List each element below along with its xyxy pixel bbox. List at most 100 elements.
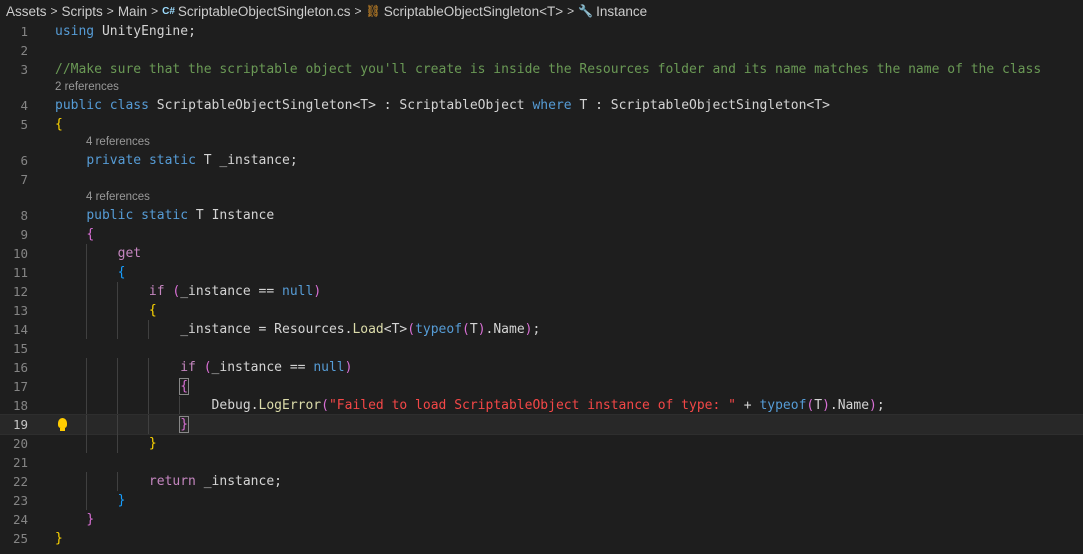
wrench-icon: 🔧	[578, 4, 594, 18]
line-number: 8	[20, 208, 28, 223]
code-text: }	[117, 493, 126, 508]
chevron-right-icon: >	[106, 4, 114, 18]
code-text: using UnityEngine;	[55, 24, 196, 39]
code-line[interactable]: 20 }	[0, 434, 1083, 453]
code-text: if (_instance == null)	[148, 284, 322, 299]
code-text: {	[148, 303, 157, 318]
code-line[interactable]: 17 {	[0, 377, 1083, 396]
line-number: 21	[12, 455, 28, 470]
line-number: 19	[12, 417, 28, 432]
chevron-right-icon: >	[151, 4, 159, 18]
breadcrumb-label: Main	[117, 3, 148, 19]
line-number: 6	[20, 153, 28, 168]
code-line[interactable]: 12 if (_instance == null)	[0, 282, 1083, 301]
line-number: 2	[20, 43, 28, 58]
breadcrumb-label: Instance	[596, 3, 648, 19]
breadcrumb-scripts[interactable]: Scripts	[62, 4, 103, 19]
line-number: 18	[12, 398, 28, 413]
code-text: private static T _instance;	[86, 153, 298, 168]
code-line[interactable]: 3 //Make sure that the scriptable object …	[0, 60, 1083, 79]
line-number: 22	[12, 474, 28, 489]
line-number: 13	[12, 303, 28, 318]
code-line[interactable]: 13 {	[0, 301, 1083, 320]
breadcrumb-label: ScriptableObjectSingleton<T>	[383, 3, 564, 19]
breadcrumb-label: Assets	[6, 3, 47, 19]
line-number: 4	[20, 98, 28, 113]
code-text: }	[148, 436, 157, 451]
code-line[interactable]: 4 public class ScriptableObjectSingleton<…	[0, 96, 1083, 115]
code-line[interactable]: 2	[0, 41, 1083, 60]
code-line[interactable]: 18 Debug.LogError("Failed to load Script…	[0, 396, 1083, 415]
chevron-right-icon: >	[50, 4, 58, 18]
chevron-right-icon: >	[354, 4, 362, 18]
code-text: {	[117, 265, 126, 280]
code-line[interactable]: 21	[0, 453, 1083, 472]
code-line[interactable]: 23 }	[0, 491, 1083, 510]
line-number: 7	[20, 172, 28, 187]
code-line[interactable]: 11 {	[0, 263, 1083, 282]
class-icon: ⛓	[365, 4, 381, 18]
chevron-right-icon: >	[567, 4, 575, 18]
code-text: {	[86, 227, 95, 242]
line-number: 24	[12, 512, 28, 527]
line-number: 9	[20, 227, 28, 242]
code-line[interactable]: 15	[0, 339, 1083, 358]
code-line[interactable]: 10 get	[0, 244, 1083, 263]
breadcrumb-assets[interactable]: Assets	[6, 4, 47, 19]
code-line[interactable]: 6 private static T _instance;	[0, 151, 1083, 170]
code-line[interactable]: 5{	[0, 115, 1083, 134]
code-line[interactable]: 19 }	[0, 414, 1083, 435]
code-lens-row: 2 references	[0, 79, 1083, 96]
code-text: {	[55, 117, 63, 132]
breadcrumb-main[interactable]: Main	[118, 4, 147, 19]
line-number: 23	[12, 493, 28, 508]
csharp-file-icon: C#	[162, 5, 175, 17]
code-text: _instance = Resources.Load<T>(typeof(T).…	[180, 322, 541, 337]
breadcrumb-label: Scripts	[61, 3, 103, 19]
code-line[interactable]: 9 {	[0, 225, 1083, 244]
code-line[interactable]: 24 }	[0, 510, 1083, 529]
code-text: if (_instance == null)	[180, 360, 353, 375]
breadcrumb-property[interactable]: 🔧 Instance	[578, 4, 647, 19]
code-lens-references[interactable]: 4 references	[86, 134, 150, 151]
code-text: }	[55, 531, 63, 546]
code-text: get	[117, 246, 142, 261]
code-editor[interactable]: 1 using UnityEngine; 2 3//Make sure that th…	[0, 22, 1083, 548]
line-number: 25	[12, 531, 28, 546]
line-number: 12	[12, 284, 28, 299]
lightbulb-icon[interactable]	[58, 418, 67, 431]
line-number: 11	[12, 265, 28, 280]
line-number: 14	[12, 322, 28, 337]
code-line[interactable]: 7	[0, 170, 1083, 189]
code-text: public static T Instance	[86, 208, 275, 223]
line-number: 16	[12, 360, 28, 375]
breadcrumb: Assets > Scripts > Main > C# ScriptableOb…	[0, 0, 1083, 22]
code-text: {	[179, 378, 190, 395]
code-text: }	[86, 512, 95, 527]
code-line[interactable]: 8 public static T Instance	[0, 206, 1083, 225]
code-text: }	[179, 416, 190, 433]
code-line[interactable]: 16 if (_instance == null)	[0, 358, 1083, 377]
code-text: return _instance;	[148, 474, 282, 489]
line-number: 5	[20, 117, 28, 132]
code-text: //Make sure that the scriptable object y…	[55, 62, 1042, 77]
line-number: 15	[12, 341, 28, 356]
line-number: 1	[20, 24, 28, 39]
code-lens-references[interactable]: 4 references	[86, 189, 150, 206]
code-line[interactable]: 14 _instance = Resources.Load<T>(typeof(…	[0, 320, 1083, 339]
breadcrumb-file[interactable]: C# ScriptableObjectSingleton.cs	[162, 4, 350, 19]
line-number: 17	[12, 379, 28, 394]
line-number: 10	[12, 246, 28, 261]
code-line[interactable]: 1 using UnityEngine;	[0, 22, 1083, 41]
breadcrumb-label: ScriptableObjectSingleton.cs	[177, 3, 351, 19]
line-number: 3	[20, 62, 28, 77]
code-lens-row: 4 references	[0, 189, 1083, 206]
code-line[interactable]: 25}	[0, 529, 1083, 548]
breadcrumb-class[interactable]: ⛓ ScriptableObjectSingleton<T>	[366, 4, 564, 19]
code-line[interactable]: 22 return _instance;	[0, 472, 1083, 491]
code-lens-references[interactable]: 2 references	[55, 79, 119, 96]
code-text: Debug.LogError("Failed to load Scriptabl…	[211, 398, 885, 413]
line-number: 20	[12, 436, 28, 451]
code-text: public class ScriptableObjectSingleton<T…	[55, 98, 830, 113]
code-lens-row: 4 references	[0, 134, 1083, 151]
